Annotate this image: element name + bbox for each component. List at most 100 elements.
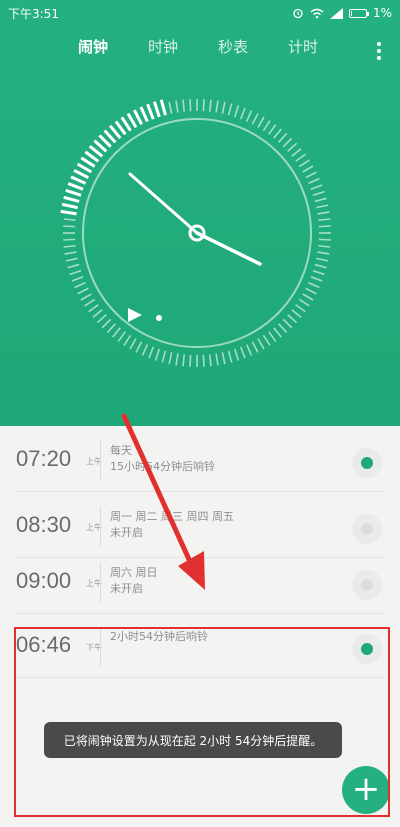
alarm-item[interactable]: 08:30 上午 周一 周二 周三 周四 周五 未开启	[0, 500, 400, 558]
dial-tick	[291, 148, 302, 157]
dial-tick	[77, 287, 89, 295]
dial-tick	[215, 353, 219, 366]
dial-tick	[316, 204, 329, 209]
dial-tick	[233, 348, 240, 361]
dial-tick	[316, 257, 329, 262]
dial-tick	[126, 112, 138, 129]
dial-tick	[60, 209, 77, 216]
alarm-status: 15小时54分钟后响铃	[110, 460, 215, 473]
dial-tick	[202, 99, 205, 112]
dial-tick	[168, 352, 173, 365]
dial-tick	[305, 171, 317, 179]
dial-tick	[159, 99, 167, 116]
dial-tick	[310, 275, 323, 282]
dial-tick	[73, 169, 89, 179]
dial-tick	[282, 137, 293, 148]
alarm-time: 06:46	[16, 632, 72, 657]
add-icon: +	[351, 769, 381, 809]
dial-tick	[175, 353, 179, 366]
dial-tick	[202, 354, 205, 367]
dial-tick	[318, 244, 331, 248]
dial-tick	[308, 177, 320, 185]
alarm-status: 2小时54分钟后响铃	[110, 630, 208, 643]
dial-tick	[63, 238, 76, 241]
alarm-toggle[interactable]	[352, 514, 382, 544]
dial-tick	[67, 263, 80, 269]
dial-tick	[221, 352, 226, 365]
dial-tick	[221, 101, 226, 114]
dial-tick	[80, 156, 96, 168]
dial-tick	[227, 103, 233, 116]
dial-tick	[154, 348, 161, 361]
dial-tick	[298, 298, 310, 307]
alarm-item[interactable]: 09:00 上午 周六 周日 未开启	[0, 556, 400, 614]
alarm-repeat: 每天	[110, 444, 132, 457]
dial-tick	[117, 331, 126, 342]
dial-tick	[262, 120, 271, 132]
dial-tick	[287, 142, 298, 152]
dial-tick	[63, 244, 76, 248]
header-panel: 下午3:51 1% 闹钟 时钟 秒表 计时	[0, 0, 400, 426]
dial-tick	[70, 175, 87, 185]
dial-tick	[314, 263, 327, 269]
dial-tick	[65, 257, 78, 262]
dial-tick	[291, 309, 302, 318]
dial-tick	[278, 323, 288, 334]
dial-tick	[317, 251, 330, 255]
dial-tick	[273, 327, 282, 338]
dial-tick	[312, 269, 325, 276]
alarm-toggle[interactable]	[352, 634, 382, 664]
dial-tick	[268, 124, 277, 135]
dial-tick	[308, 281, 320, 289]
dial-tick	[146, 103, 155, 120]
dial-tick	[64, 251, 77, 255]
dial-tick	[112, 327, 121, 338]
dial-tick	[63, 218, 76, 222]
dial-tick	[312, 190, 325, 197]
dial-tick	[295, 153, 306, 162]
alarm-toggle[interactable]	[352, 448, 382, 478]
dial-tick	[298, 159, 310, 168]
dial-tick	[318, 218, 331, 222]
dial-tick	[208, 99, 212, 112]
dial-tick	[318, 238, 331, 241]
dial-tick	[189, 99, 192, 112]
dial-tick	[63, 195, 80, 203]
second-dot	[156, 315, 162, 321]
dial-tick	[76, 162, 93, 174]
dial-tick	[148, 346, 155, 359]
dial-tick	[314, 197, 327, 203]
dial-tick	[63, 225, 76, 228]
dial-tick	[71, 275, 84, 282]
clock-dial	[60, 99, 331, 367]
dial-tick	[96, 314, 107, 324]
alarm-status: 未开启	[110, 582, 143, 595]
alarm-item[interactable]: 06:46 下午 2小时54分钟后响铃	[0, 620, 400, 678]
dial-tick	[152, 101, 161, 118]
dial-tick	[92, 309, 103, 318]
dial-tick	[84, 298, 96, 307]
dial-tick	[129, 338, 137, 350]
alarm-item[interactable]: 07:20 上午 每天 15小时54分钟后响铃	[0, 434, 400, 492]
alarm-time: 09:00	[16, 568, 72, 593]
alarm-toggle[interactable]	[352, 570, 382, 600]
dial-tick	[88, 304, 99, 313]
dial-tick	[317, 211, 330, 215]
dial-tick	[305, 287, 317, 295]
dial-tick	[74, 281, 86, 289]
dial-tick	[278, 132, 288, 143]
dial-tick	[302, 293, 314, 301]
dial-tick	[227, 350, 233, 363]
dial-tick	[123, 334, 132, 346]
alarm-time: 08:30	[16, 512, 72, 537]
hour-hand	[195, 231, 262, 266]
dial-tick	[168, 101, 173, 114]
dial-tick	[80, 293, 92, 301]
dial-tick	[208, 354, 212, 367]
dial-tick	[106, 323, 116, 334]
add-alarm-button[interactable]: +	[342, 766, 390, 814]
minute-hand	[128, 172, 199, 235]
dial-tick	[245, 110, 253, 122]
dial-tick	[61, 202, 78, 210]
toast-message: 已将闹钟设置为从现在起 2小时 54分钟后提醒。	[44, 722, 342, 758]
